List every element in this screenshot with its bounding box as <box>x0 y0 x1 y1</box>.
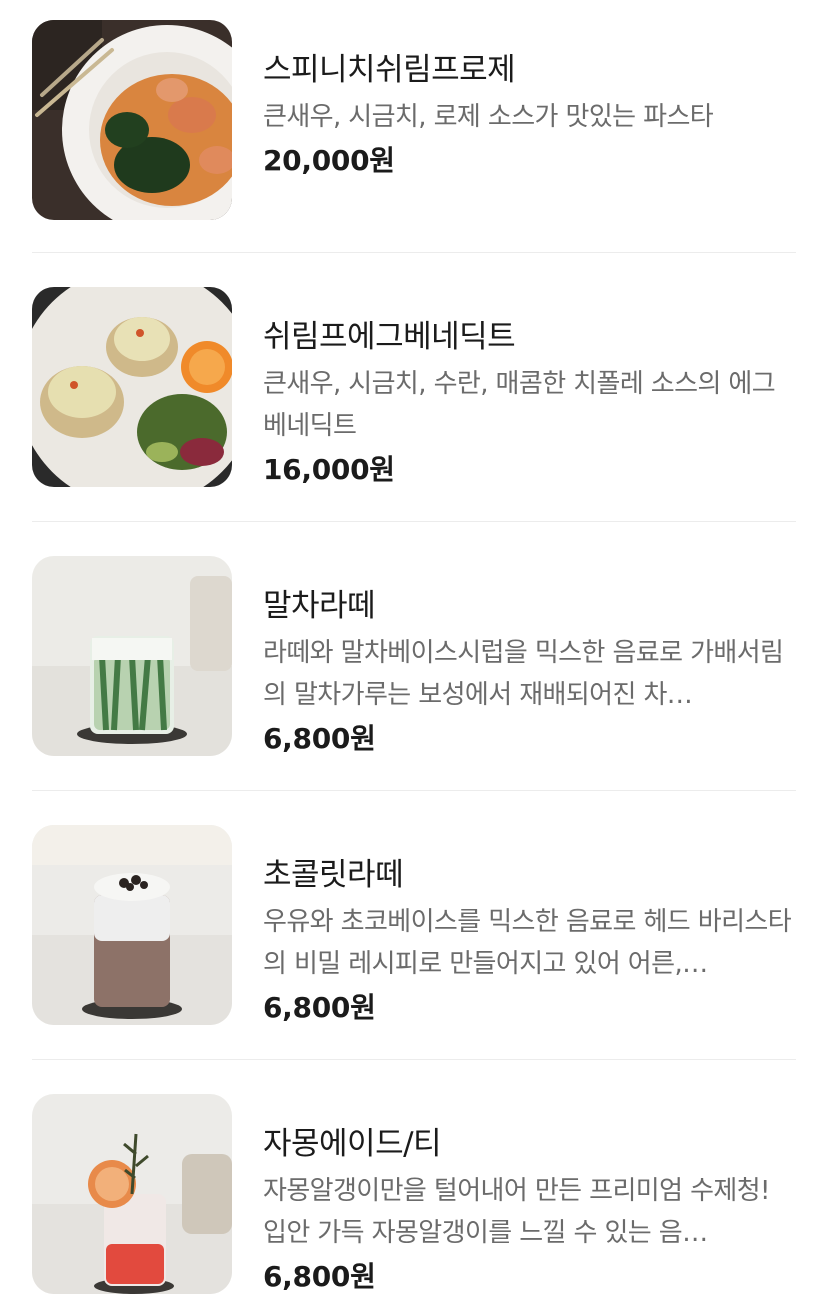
menu-item-info: 초콜릿라떼 우유와 초코베이스를 믹스한 음료로 헤드 바리스타의 비밀 레시피… <box>263 825 796 1027</box>
menu-item-description: 라떼와 말차베이스시럽을 믹스한 음료로 가배서림의 말차가루는 보성에서 재배… <box>263 638 784 710</box>
menu-item-grapefruit-ade[interactable]: 자몽에이드/티 자몽알갱이만을 털어내어 만든 프리미엄 수제청! 입안 가득 … <box>32 1094 796 1296</box>
shrimp-rose-pasta-photo <box>32 20 232 220</box>
menu-item-description: 큰새우, 시금치, 수란, 매콤한 치폴레 소스의 에그베네딕트 <box>263 369 776 441</box>
menu-item-price: 16,000원 <box>263 453 395 486</box>
menu-item-matcha-latte[interactable]: 말차라떼 라떼와 말차베이스시럽을 믹스한 음료로 가배서림의 말차가루는 보성… <box>32 556 796 791</box>
menu-item-description: 자몽알갱이만을 털어내어 만든 프리미엄 수제청! 입안 가득 자몽알갱이를 느… <box>263 1176 770 1248</box>
shrimp-eggs-benedict-photo <box>32 287 232 487</box>
menu-item-chocolate-latte[interactable]: 초콜릿라떼 우유와 초코베이스를 믹스한 음료로 헤드 바리스타의 비밀 레시피… <box>32 825 796 1060</box>
menu-item-price: 20,000원 <box>263 144 395 177</box>
menu-list: 스피니치쉬림프로제 큰새우, 시금치, 로제 소스가 맛있는 파스타 20,00… <box>32 20 796 1296</box>
menu-item-info: 자몽에이드/티 자몽알갱이만을 털어내어 만든 프리미엄 수제청! 입안 가득 … <box>263 1094 796 1296</box>
menu-item-name: 스피니치쉬림프로제 <box>263 52 516 88</box>
menu-item-name: 초콜릿라떼 <box>263 857 404 893</box>
menu-item-description: 큰새우, 시금치, 로제 소스가 맛있는 파스타 <box>263 102 714 132</box>
matcha-latte-photo <box>32 556 232 756</box>
menu-item-spinach-shrimp-rose[interactable]: 스피니치쉬림프로제 큰새우, 시금치, 로제 소스가 맛있는 파스타 20,00… <box>32 20 796 253</box>
menu-item-info: 말차라떼 라떼와 말차베이스시럽을 믹스한 음료로 가배서림의 말차가루는 보성… <box>263 556 796 758</box>
menu-item-shrimp-eggs-benedict[interactable]: 쉬림프에그베네딕트 큰새우, 시금치, 수란, 매콤한 치폴레 소스의 에그베네… <box>32 287 796 522</box>
menu-item-price: 6,800원 <box>263 1260 376 1293</box>
menu-item-price: 6,800원 <box>263 991 376 1024</box>
menu-item-name: 자몽에이드/티 <box>263 1126 442 1162</box>
menu-item-info: 쉬림프에그베네딕트 큰새우, 시금치, 수란, 매콤한 치폴레 소스의 에그베네… <box>263 287 796 489</box>
menu-item-price: 6,800원 <box>263 722 376 755</box>
menu-item-name: 쉬림프에그베네딕트 <box>263 319 516 355</box>
menu-item-description: 우유와 초코베이스를 믹스한 음료로 헤드 바리스타의 비밀 레시피로 만들어지… <box>263 907 792 979</box>
menu-item-name: 말차라떼 <box>263 588 376 624</box>
menu-item-info: 스피니치쉬림프로제 큰새우, 시금치, 로제 소스가 맛있는 파스타 20,00… <box>263 20 796 180</box>
chocolate-latte-photo <box>32 825 232 1025</box>
grapefruit-ade-photo <box>32 1094 232 1294</box>
